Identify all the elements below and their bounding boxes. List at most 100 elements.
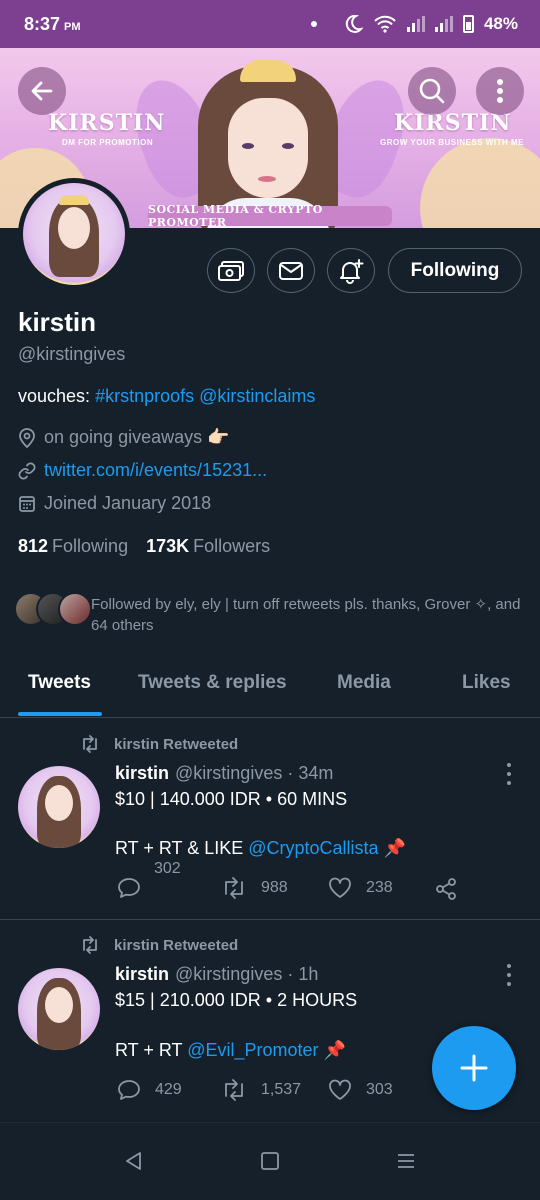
tab-media[interactable]: Media	[337, 672, 391, 694]
retweet-icon	[225, 1079, 243, 1101]
search-button[interactable]	[408, 67, 456, 115]
followers-count: 173K	[146, 536, 190, 556]
tweet-more-button[interactable]	[506, 964, 512, 986]
bio-hashtag-link[interactable]: #krstnproofs	[95, 386, 194, 406]
avatar-face	[45, 987, 73, 1023]
compose-tweet-button[interactable]	[432, 1026, 516, 1110]
nav-home-button[interactable]	[260, 1151, 280, 1176]
retweet-icon	[83, 735, 97, 753]
tweet-avatar[interactable]	[18, 968, 100, 1050]
tweet-author-name[interactable]: kirstin	[115, 964, 169, 984]
avatar-crown	[59, 195, 89, 205]
followed-by-avatars[interactable]	[14, 592, 92, 626]
banner-crown	[240, 60, 296, 82]
following-count: 812	[18, 536, 49, 556]
tweet-header: kirstin @kirstingives · 34m	[115, 763, 333, 784]
search-icon	[419, 78, 445, 104]
tweet-text-line2: RT + RT & LIKE @CryptoCallista 📌	[115, 838, 406, 859]
status-icons: 48%	[310, 14, 518, 34]
moon-decoration	[420, 138, 540, 228]
retweet-icon	[225, 877, 243, 899]
retweet-button[interactable]: 1,537	[221, 1079, 301, 1101]
bio-mention-link[interactable]: @kirstinclaims	[199, 386, 315, 406]
tweet-text-prefix: RT + RT	[115, 1040, 183, 1060]
banner-eye	[242, 143, 254, 149]
nav-recents-button[interactable]	[396, 1151, 416, 1176]
website-link[interactable]: twitter.com/i/events/15231...	[44, 460, 267, 481]
back-button[interactable]	[18, 67, 66, 115]
reply-button[interactable]	[117, 877, 141, 899]
notifications-button[interactable]	[327, 248, 375, 293]
battery-icon	[462, 15, 474, 33]
reply-count: 429	[155, 1081, 182, 1098]
profile-website[interactable]: twitter.com/i/events/15231...	[18, 460, 267, 481]
cash-icon	[218, 260, 244, 281]
tweet-avatar[interactable]	[18, 766, 100, 848]
back-arrow-icon	[31, 81, 53, 101]
banner-ribbon: SOCIAL MEDIA & CRYPTO PROMOTER	[148, 203, 392, 228]
reply-button[interactable]: 429	[117, 1079, 182, 1101]
menu-lines-icon	[398, 1154, 414, 1168]
reply-icon	[118, 878, 140, 898]
message-button[interactable]	[267, 248, 315, 293]
tab-tweets[interactable]: Tweets	[28, 672, 91, 694]
retweet-context: kirstin Retweeted	[80, 936, 238, 954]
avatar-face	[58, 207, 90, 249]
tab-tweets-replies[interactable]: Tweets & replies	[138, 672, 287, 694]
heart-icon	[329, 877, 351, 898]
profile-location: on going giveaways 👉🏻	[18, 427, 230, 448]
joined-text: Joined January 2018	[44, 493, 212, 513]
bell-plus-icon	[340, 258, 364, 284]
tab-likes[interactable]: Likes	[462, 672, 511, 694]
profile-avatar[interactable]	[18, 178, 130, 290]
tweet-card[interactable]: kirstin Retweeted kirstin @kirstingives ·…	[0, 719, 540, 919]
followers-count-link[interactable]: 173K Followers	[146, 536, 270, 557]
triangle-back-icon	[126, 1152, 141, 1170]
like-button[interactable]: 303	[328, 1079, 393, 1101]
tweet-text-line2: RT + RT @Evil_Promoter 📌	[115, 1040, 346, 1061]
tweet-more-button[interactable]	[506, 763, 512, 785]
nav-back-button[interactable]	[124, 1151, 144, 1176]
retweet-button[interactable]: 988	[221, 877, 288, 899]
profile-handle: @kirstingives	[18, 344, 126, 364]
retweeted-by-text: kirstin Retweeted	[114, 936, 239, 954]
retweet-context: kirstin Retweeted	[80, 735, 238, 753]
following-count-link[interactable]: 812 Following	[18, 536, 128, 557]
following-label: Following	[52, 536, 129, 556]
banner-illustration-face	[228, 98, 308, 198]
share-button[interactable]	[434, 877, 458, 901]
location-pin-icon	[19, 427, 35, 448]
like-count: 303	[366, 1081, 393, 1098]
status-time: 8:37 PM	[24, 14, 81, 35]
tip-button[interactable]	[207, 248, 255, 293]
following-button[interactable]: Following	[388, 248, 522, 293]
active-tab-indicator	[18, 712, 102, 716]
more-options-button[interactable]	[476, 67, 524, 115]
tweet-text-prefix: RT + RT & LIKE	[115, 838, 244, 858]
followed-by-text[interactable]: Followed by ely, ely | turn off retweets…	[91, 594, 521, 636]
signal-1-icon	[406, 16, 425, 32]
moon-icon	[345, 14, 363, 33]
like-count: 238	[366, 879, 393, 896]
battery-percent: 48%	[483, 14, 518, 33]
tweet-mention-link[interactable]: @Evil_Promoter	[187, 1040, 318, 1060]
status-clock: 8:37	[24, 13, 61, 34]
profile-tabs: Tweets Tweets & replies Media Likes	[0, 660, 540, 718]
envelope-icon	[279, 261, 303, 280]
banner-right-sub: GROW YOUR BUSINESS WITH ME	[380, 138, 524, 147]
avatar-face	[45, 785, 73, 821]
tweet-author-name[interactable]: kirstin	[115, 763, 169, 783]
link-icon	[18, 462, 36, 479]
like-button[interactable]: 238	[328, 877, 393, 899]
tweet-mention-link[interactable]: @CryptoCallista	[248, 838, 378, 858]
retweet-count: 1,537	[261, 1081, 302, 1098]
follow-counts: 812 Following 173K Followers	[18, 536, 270, 557]
reply-count: 302	[154, 860, 181, 877]
wifi-icon	[374, 15, 396, 33]
pin-emoji: 📌	[323, 1040, 346, 1060]
retweet-icon	[83, 936, 97, 954]
tweet-text-line1: $10 | 140.000 IDR • 60 MINS	[115, 789, 348, 809]
reply-icon	[118, 1080, 140, 1100]
banner-left-title: KIRSTIN	[48, 110, 166, 136]
profile-bio: vouches: #krstnproofs @kirstinclaims	[18, 386, 315, 407]
